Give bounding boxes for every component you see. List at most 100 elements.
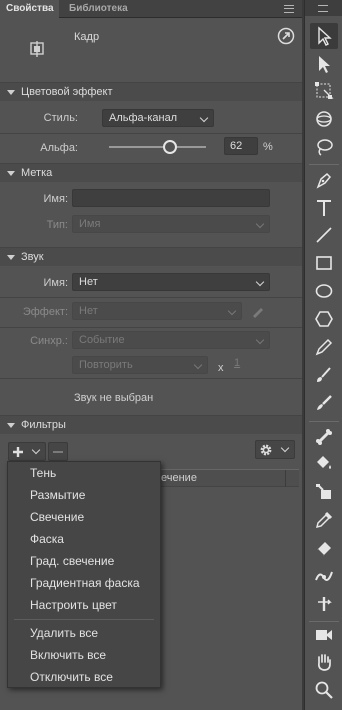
sound-effect-dropdown[interactable]: Нет xyxy=(72,302,242,320)
color-effect-section-header[interactable]: Цветовой эффект xyxy=(0,82,302,101)
alpha-slider-thumb[interactable] xyxy=(163,140,177,154)
properties-panel: Свойства Библиотека Кадр Цветовой эффект… xyxy=(0,0,302,710)
eyedropper-tool-icon[interactable] xyxy=(310,507,338,533)
brush-tool-icon[interactable] xyxy=(310,390,338,416)
eraser-tool-icon[interactable] xyxy=(310,535,338,561)
menu-item-adjust-color[interactable]: Настроить цвет xyxy=(8,594,160,616)
menu-item-gradient-bevel[interactable]: Градиентная фаска xyxy=(8,572,160,594)
column-divider xyxy=(285,470,286,487)
camera-tool-icon[interactable] xyxy=(310,622,338,648)
tools-separator xyxy=(309,421,339,422)
sound-sync-label: Синхр.: xyxy=(30,335,68,347)
sound-name-dropdown[interactable]: Нет xyxy=(72,273,270,291)
chevron-down-icon xyxy=(255,219,265,229)
tools-menu-icon[interactable] xyxy=(318,5,328,12)
paint-bucket-tool-icon[interactable] xyxy=(310,451,338,477)
label-type-dropdown[interactable]: Имя xyxy=(72,215,270,233)
selection-tool-icon[interactable] xyxy=(310,23,338,49)
chevron-down-icon xyxy=(227,306,237,316)
edit-envelope-icon[interactable] xyxy=(251,304,265,318)
panel-menu-icon[interactable] xyxy=(284,5,294,13)
frame-header-label: Кадр xyxy=(74,31,100,43)
bone-tool-icon[interactable] xyxy=(310,424,338,450)
sound-effect-label: Эффект: xyxy=(22,306,68,318)
polystar-tool-icon[interactable] xyxy=(310,306,338,332)
line-tool-icon[interactable] xyxy=(310,222,338,248)
divider xyxy=(0,133,302,134)
chevron-down-icon xyxy=(255,335,265,345)
sound-repeat-dropdown[interactable]: Повторить xyxy=(72,356,208,374)
subselection-tool-icon[interactable] xyxy=(310,51,338,77)
menu-item-enable-all[interactable]: Включить все xyxy=(8,644,160,666)
text-tool-icon[interactable] xyxy=(310,195,338,221)
add-filter-menu: Тень Размытие Свечение Фаска Град. свече… xyxy=(7,461,161,688)
label-name-label: Имя: xyxy=(43,193,68,205)
alpha-unit: % xyxy=(263,141,273,153)
go-to-icon[interactable] xyxy=(277,27,295,45)
add-filter-button[interactable] xyxy=(8,442,46,461)
menu-item-drop-shadow[interactable]: Тень xyxy=(8,462,160,484)
panel-tab-bar: Свойства Библиотека xyxy=(0,0,302,19)
chevron-down-icon xyxy=(280,443,290,453)
sound-status-text: Звук не выбран xyxy=(74,392,154,404)
repeat-count-input[interactable]: 1 xyxy=(234,357,240,369)
filter-column-header: ечение xyxy=(161,472,197,484)
filter-options-button[interactable] xyxy=(255,440,295,459)
label-section-header[interactable]: Метка xyxy=(0,163,302,182)
sound-repeat-value: Повторить xyxy=(79,359,133,371)
style-value: Альфа-канал xyxy=(109,112,178,124)
remove-filter-button[interactable] xyxy=(48,442,68,461)
sound-section-title: Звук xyxy=(21,251,44,263)
label-name-input[interactable] xyxy=(72,189,270,207)
menu-item-bevel[interactable]: Фаска xyxy=(8,528,160,550)
collapse-caret-icon xyxy=(7,90,15,95)
style-dropdown[interactable]: Альфа-канал xyxy=(102,109,214,127)
alpha-label: Альфа: xyxy=(40,142,78,154)
asset-warp-tool-icon[interactable] xyxy=(310,591,338,617)
oval-tool-icon[interactable] xyxy=(310,278,338,304)
menu-item-blur[interactable]: Размытие xyxy=(8,484,160,506)
collapse-caret-icon xyxy=(7,171,15,176)
style-label: Стиль: xyxy=(43,112,78,124)
rectangle-tool-icon[interactable] xyxy=(310,250,338,276)
pencil-tool-icon[interactable] xyxy=(310,334,338,360)
3d-rotation-tool-icon[interactable] xyxy=(310,106,338,132)
tools-panel-header xyxy=(305,0,342,16)
lasso-tool-icon[interactable] xyxy=(310,134,338,160)
paint-brush-tool-icon[interactable] xyxy=(310,362,338,388)
hand-tool-icon[interactable] xyxy=(310,649,338,675)
chevron-down-icon xyxy=(193,360,203,370)
menu-item-gradient-glow[interactable]: Град. свечение xyxy=(8,550,160,572)
sound-section-header[interactable]: Звук xyxy=(0,247,302,266)
menu-item-remove-all[interactable]: Удалить все xyxy=(8,622,160,644)
label-section-title: Метка xyxy=(21,167,53,179)
label-type-value: Имя xyxy=(79,218,101,230)
sound-sync-dropdown[interactable]: Событие xyxy=(72,331,270,349)
free-transform-tool-icon[interactable] xyxy=(310,78,338,104)
alpha-input[interactable]: 62 xyxy=(224,137,258,155)
sound-sync-value: Событие xyxy=(79,334,125,346)
width-tool-icon[interactable] xyxy=(310,563,338,589)
ink-bottle-tool-icon[interactable] xyxy=(310,479,338,505)
chevron-down-icon xyxy=(31,445,41,455)
alpha-slider-track[interactable] xyxy=(109,146,206,148)
label-type-label: Тип: xyxy=(46,219,68,231)
minus-icon xyxy=(53,451,63,453)
repeat-x-label: x xyxy=(218,362,224,374)
menu-separator xyxy=(14,619,154,620)
zoom-tool-icon[interactable] xyxy=(310,677,338,703)
tab-properties[interactable]: Свойства xyxy=(0,0,59,19)
chevron-down-icon xyxy=(199,113,209,123)
pen-tool-icon[interactable] xyxy=(310,167,338,193)
filters-section-header[interactable]: Фильтры xyxy=(0,415,302,434)
sound-name-label: Имя: xyxy=(43,277,68,289)
tools-separator xyxy=(309,164,339,165)
menu-item-disable-all[interactable]: Отключить все xyxy=(8,666,160,688)
tools-panel xyxy=(304,0,342,710)
chevron-down-icon xyxy=(255,277,265,287)
divider xyxy=(0,327,302,328)
tab-library[interactable]: Библиотека xyxy=(63,0,134,18)
menu-item-glow[interactable]: Свечение xyxy=(8,506,160,528)
divider xyxy=(0,297,302,298)
collapse-caret-icon xyxy=(7,255,15,260)
